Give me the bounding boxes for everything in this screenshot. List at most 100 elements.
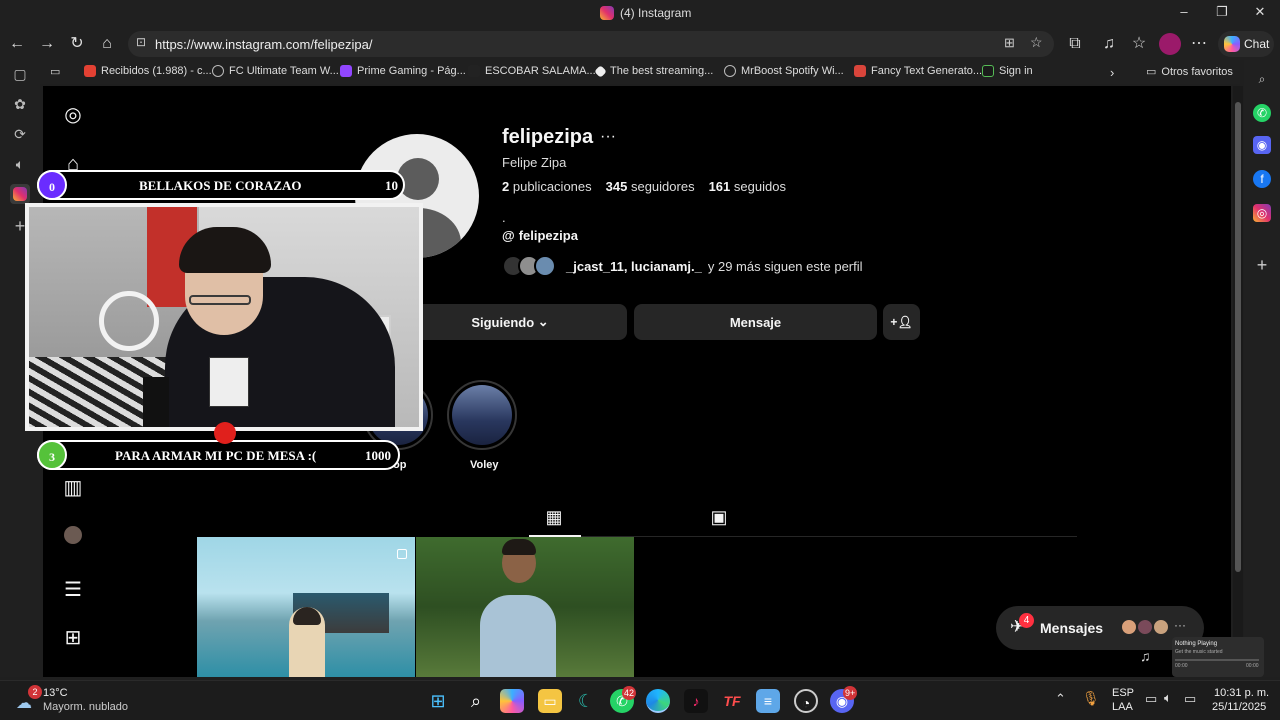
- profile-full-name: Felipe Zipa: [502, 155, 567, 170]
- address-bar[interactable]: ⊡ https://www.instagram.com/felipezipa/ …: [128, 31, 1054, 57]
- window-titlebar: (4) Instagram – ❐ ✕: [0, 0, 1280, 28]
- bookmark-escobar[interactable]: ESCOBAR SALAMA...: [468, 65, 596, 77]
- bookmark-mrboost[interactable]: MrBoost Spotify Wi...: [724, 65, 844, 77]
- instagram-tab-icon: [600, 6, 614, 20]
- copilot-icon: [1224, 36, 1240, 52]
- post-thumbnail[interactable]: [197, 537, 415, 677]
- extensions-icon[interactable]: ⧉: [1064, 33, 1086, 55]
- cloud-app-icon[interactable]: ☾: [574, 689, 598, 713]
- music-note-icon[interactable]: ♫: [1140, 648, 1151, 664]
- threads-link[interactable]: @ felipezipa: [502, 228, 578, 243]
- minimize-button[interactable]: –: [1174, 4, 1194, 22]
- tiktok-icon[interactable]: ♪: [684, 689, 708, 713]
- split-screen-icon[interactable]: ⊞: [1004, 35, 1015, 51]
- highlight-voley[interactable]: [447, 380, 517, 450]
- maximize-button[interactable]: ❐: [1212, 4, 1232, 22]
- facebook-icon[interactable]: f: [1253, 170, 1271, 188]
- goal-text: BELLAKOS DE CORAZAO: [139, 178, 302, 193]
- instagram-tab-item[interactable]: [10, 184, 30, 204]
- post-thumbnail[interactable]: [416, 537, 634, 677]
- start-icon[interactable]: ⊞: [426, 689, 450, 713]
- microphone-icon[interactable]: 🎙︎: [1082, 690, 1100, 707]
- network-icon[interactable]: ▭: [1145, 691, 1157, 707]
- apps-nav-icon[interactable]: ⊞: [61, 626, 85, 650]
- following-button[interactable]: Siguiendo ⌄: [393, 304, 627, 340]
- battery-icon[interactable]: ▭: [1184, 691, 1196, 707]
- bookmark-prime-gaming[interactable]: Prime Gaming - Pág...: [340, 65, 466, 77]
- tab-actions-icon[interactable]: ▢: [10, 64, 30, 84]
- bookmarks-bar: ▭ Recibidos (1.988) - c... FC Ultimate T…: [40, 60, 1240, 84]
- followed-by-row[interactable]: _jcast_11, lucianamj._ y 29 más siguen e…: [502, 255, 863, 277]
- favorite-star-icon[interactable]: ☆: [1030, 34, 1043, 51]
- bookmark-streaming[interactable]: The best streaming...: [594, 64, 713, 78]
- profile-stats: 2 publicaciones 345 seguidores 161 segui…: [502, 179, 786, 194]
- profile-bio: .: [502, 210, 506, 225]
- other-favorites-folder[interactable]: ▭ Otros favoritos: [1146, 65, 1233, 79]
- discord-icon[interactable]: ◉: [1253, 136, 1271, 154]
- bookmarks-menu-icon[interactable]: ▭: [50, 65, 60, 78]
- copilot-chat-button[interactable]: Chat: [1218, 31, 1274, 57]
- profile-avatar[interactable]: [1159, 33, 1181, 55]
- favorites-icon[interactable]: ☆: [1128, 33, 1150, 55]
- obs-icon[interactable]: ◔: [794, 689, 818, 713]
- whatsapp-icon[interactable]: ✆: [1253, 104, 1271, 122]
- search-icon[interactable]: ⌕: [464, 689, 488, 713]
- clock-time[interactable]: 10:31 p. m.: [1214, 687, 1269, 699]
- window-title: (4) Instagram: [600, 6, 691, 20]
- edge-browser-icon[interactable]: [646, 689, 670, 713]
- audio-tab-icon[interactable]: 🔈︎: [10, 154, 30, 174]
- goal-bar-top: 0 BELLAKOS DE CORAZAO 10: [37, 170, 405, 200]
- tf-app-icon[interactable]: TF: [720, 689, 744, 713]
- close-button[interactable]: ✕: [1250, 4, 1270, 22]
- more-menu-icon[interactable]: ⋯: [1188, 33, 1210, 55]
- add-sidebar-app-icon[interactable]: +: [1253, 256, 1271, 274]
- tagged-icon[interactable]: ▣: [708, 506, 730, 528]
- bookmarks-overflow-icon[interactable]: ›: [1110, 65, 1114, 80]
- profile-nav-avatar[interactable]: [61, 526, 85, 550]
- goal-count: 0: [37, 170, 67, 200]
- page-scrollbar[interactable]: [1233, 86, 1243, 677]
- bookmark-gmail[interactable]: Recibidos (1.988) - c...: [84, 65, 212, 77]
- followers-stat[interactable]: 345 seguidores: [606, 179, 695, 194]
- threads-icon: @: [502, 228, 515, 243]
- file-explorer-icon[interactable]: ▭: [538, 689, 562, 713]
- forward-icon[interactable]: →: [36, 33, 58, 55]
- discord-badge: 9+: [843, 686, 858, 700]
- carousel-icon: [397, 549, 407, 559]
- posts-stat: 2 publicaciones: [502, 179, 592, 194]
- instagram-logo-icon[interactable]: ◎: [61, 103, 85, 127]
- chevron-down-icon: ⌄: [537, 314, 549, 329]
- layout-indicator[interactable]: LAA: [1112, 701, 1133, 713]
- dashboard-nav-icon[interactable]: ▥: [61, 476, 85, 500]
- following-stat[interactable]: 161 seguidos: [709, 179, 786, 194]
- chatgpt-icon[interactable]: ✿: [10, 94, 30, 114]
- highlight-voley-label: Voley: [470, 459, 499, 471]
- tray-overflow-icon[interactable]: ⌃: [1055, 691, 1066, 707]
- profile-options-icon[interactable]: ···: [600, 128, 616, 146]
- media-control-icon[interactable]: ♫: [1098, 33, 1120, 55]
- message-button[interactable]: Mensaje: [634, 304, 877, 340]
- search-icon[interactable]: ⌕: [1253, 70, 1271, 88]
- suggest-user-icon[interactable]: +👤︎: [883, 304, 920, 340]
- instagram-side-icon[interactable]: ◎: [1253, 204, 1271, 222]
- url-text[interactable]: https://www.instagram.com/felipezipa/: [155, 37, 372, 52]
- copilot-app-icon[interactable]: [500, 689, 524, 713]
- more-menu-nav-icon[interactable]: ☰: [61, 578, 85, 602]
- volume-icon[interactable]: 🔈︎: [1164, 690, 1172, 706]
- site-info-icon[interactable]: ⊡: [136, 35, 146, 49]
- home-icon[interactable]: ⌂: [96, 33, 118, 55]
- clock-date[interactable]: 25/11/2025: [1212, 701, 1266, 713]
- profile-username: felipezipa: [502, 126, 594, 148]
- bookmark-fancy-text[interactable]: Fancy Text Generato...: [854, 65, 982, 77]
- weather-widget[interactable]: ☁ 2: [16, 685, 42, 712]
- language-indicator[interactable]: ESP: [1112, 687, 1134, 699]
- back-icon[interactable]: ←: [6, 33, 28, 55]
- refresh-icon[interactable]: ↻: [66, 33, 88, 55]
- bookmark-fc-ultimate[interactable]: FC Ultimate Team W...: [212, 65, 339, 77]
- posts-grid-icon[interactable]: ▦: [543, 506, 565, 528]
- notepad-icon[interactable]: ≡: [756, 689, 780, 713]
- sync-icon[interactable]: ⟳: [10, 124, 30, 144]
- bookmark-sign-in[interactable]: Sign in: [982, 65, 1033, 77]
- browser-right-sidebar: ⌕ ✆ ◉ f ◎ +: [1244, 60, 1280, 677]
- media-player-widget[interactable]: Nothing Playing Get the music started 00…: [1172, 637, 1264, 677]
